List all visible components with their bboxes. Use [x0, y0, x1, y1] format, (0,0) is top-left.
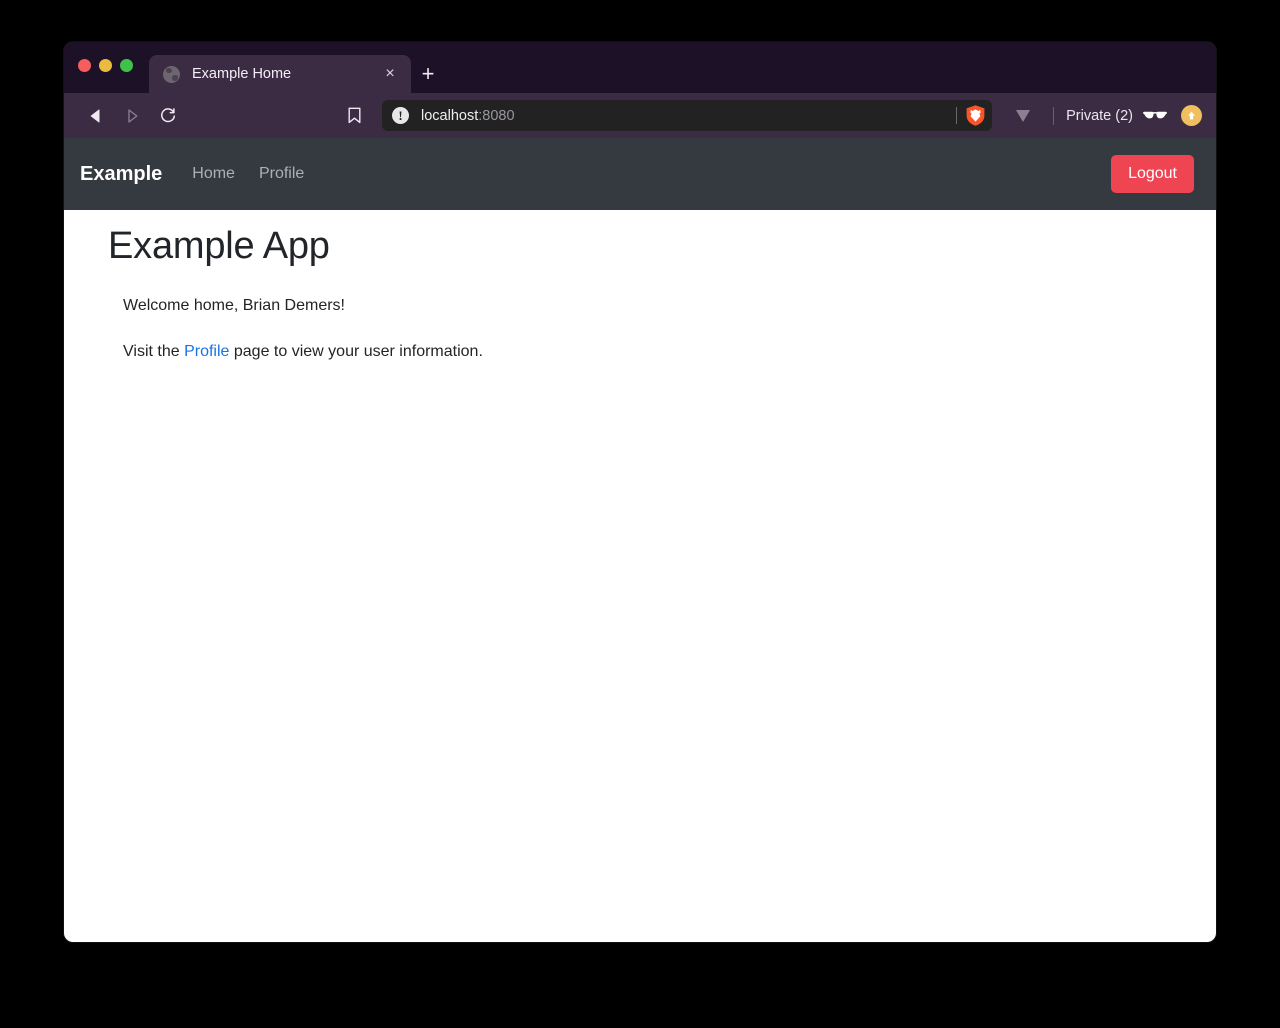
tab-strip: Example Home × +: [64, 42, 1216, 93]
welcome-text: Welcome home, Brian Demers!: [123, 296, 345, 314]
tab-title: Example Home: [192, 66, 292, 82]
url-text: localhost:8080: [421, 108, 956, 124]
back-button[interactable]: [78, 101, 114, 131]
page-viewport: Example Home Profile Logout Example App …: [64, 138, 1216, 942]
url-bar[interactable]: ! localhost:8080: [382, 100, 992, 131]
sunglasses-icon: [1142, 110, 1168, 122]
new-tab-button[interactable]: +: [411, 55, 445, 93]
nav-link-profile[interactable]: Profile: [259, 165, 304, 183]
url-port: :8080: [478, 107, 515, 124]
forward-button[interactable]: [114, 101, 150, 131]
browser-window: Example Home × + ! localhost:8080 Privat…: [64, 42, 1216, 942]
visit-prefix: Visit the: [123, 342, 185, 360]
downloads-chevron-icon[interactable]: [1005, 101, 1041, 131]
nav-link-home[interactable]: Home: [192, 165, 235, 183]
minimize-window-button[interactable]: [99, 59, 112, 72]
browser-toolbar: ! localhost:8080 Private (2): [64, 93, 1216, 138]
not-secure-info-icon[interactable]: !: [392, 107, 409, 124]
visit-profile-text: Visit the Profile page to view your user…: [123, 340, 1216, 364]
profile-link[interactable]: Profile: [184, 343, 229, 360]
window-controls: [78, 42, 149, 93]
close-window-button[interactable]: [78, 59, 91, 72]
navbar-links: Home Profile: [192, 165, 304, 183]
toolbar-right-group: Private (2): [1005, 93, 1202, 138]
page-content: Example App Welcome home, Brian Demers! …: [64, 210, 1216, 364]
brave-shield-icon[interactable]: [965, 104, 986, 127]
maximize-window-button[interactable]: [120, 59, 133, 72]
logout-button[interactable]: Logout: [1111, 155, 1194, 193]
url-host: localhost: [421, 107, 479, 124]
profile-avatar-icon[interactable]: [1181, 105, 1202, 126]
browser-tab-active[interactable]: Example Home ×: [149, 55, 411, 93]
urlbar-divider: [956, 107, 957, 124]
visit-suffix: page to view your user information.: [229, 342, 483, 360]
toolbar-divider: [1053, 106, 1055, 125]
page-title: Example App: [108, 225, 330, 267]
private-window-label: Private (2): [1066, 107, 1133, 124]
close-icon[interactable]: ×: [379, 63, 401, 85]
bookmark-icon[interactable]: [336, 101, 372, 131]
globe-icon: [163, 65, 180, 83]
reload-button[interactable]: [150, 101, 186, 131]
app-navbar: Example Home Profile Logout: [64, 138, 1216, 210]
screenshot-root: Example Home × + ! localhost:8080 Privat…: [0, 0, 1280, 1028]
navbar-brand[interactable]: Example: [80, 163, 162, 186]
